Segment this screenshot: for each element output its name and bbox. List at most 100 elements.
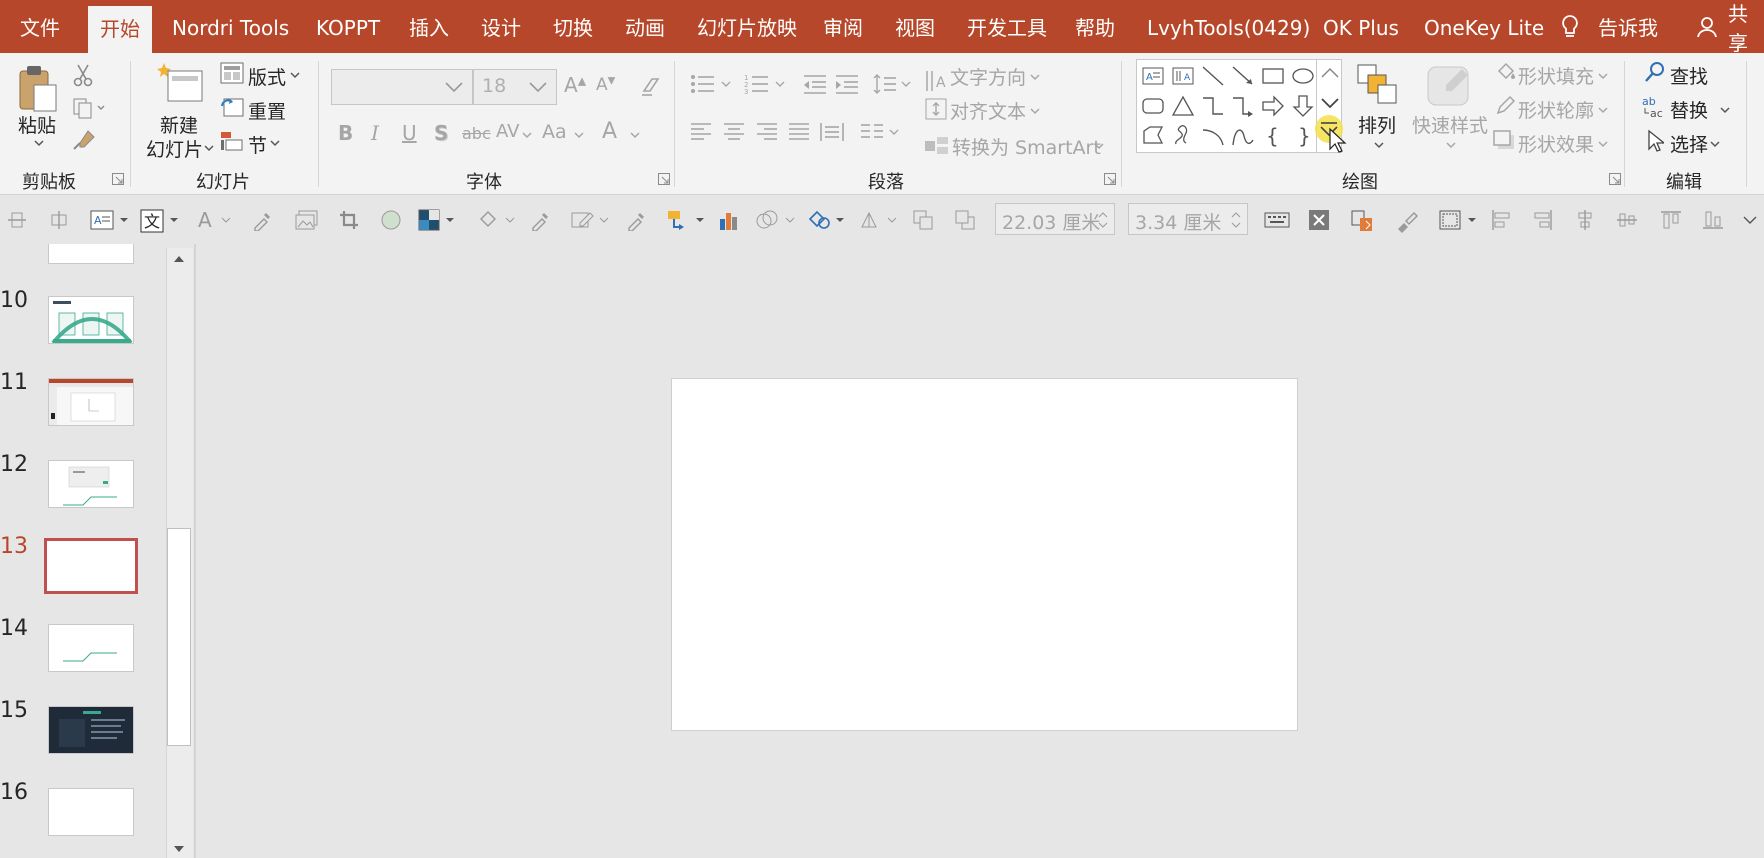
tab-help[interactable]: 帮助	[1075, 0, 1115, 53]
chevron-down-icon[interactable]	[522, 131, 532, 139]
text-direction-button[interactable]: 文字方向	[950, 63, 1026, 90]
gallery-up-icon[interactable]	[1319, 63, 1341, 83]
new-slide-label-2[interactable]: 幻灯片	[146, 135, 203, 162]
dialog-launcher-icon[interactable]	[1609, 173, 1621, 185]
scrollbar-thumb[interactable]	[167, 528, 191, 746]
tab-koppt[interactable]: KOPPT	[316, 0, 380, 53]
rounded-rectangle-icon[interactable]	[1140, 93, 1166, 119]
eyedropper-icon[interactable]	[252, 209, 274, 231]
replace-icon[interactable]: ab ac	[1642, 95, 1668, 119]
chart-icon[interactable]	[718, 209, 740, 231]
slide-thumbnail[interactable]	[48, 378, 134, 426]
chevron-down-icon[interactable]	[1598, 140, 1608, 148]
send-backward-icon[interactable]	[954, 209, 976, 231]
align-left-objects-icon[interactable]	[1490, 209, 1512, 231]
toolbar-overflow-icon[interactable]	[1742, 209, 1758, 231]
edit-shape-icon[interactable]	[806, 209, 850, 231]
chevron-down-icon[interactable]	[1094, 142, 1104, 150]
align-left-icon[interactable]	[690, 121, 712, 143]
tab-design[interactable]: 设计	[481, 0, 521, 53]
layout-button[interactable]: 版式	[248, 63, 286, 90]
scribble-icon[interactable]	[1170, 123, 1196, 149]
shape-fill-icon[interactable]	[1494, 61, 1516, 83]
rectangle-icon[interactable]	[1260, 63, 1286, 89]
find-button[interactable]: 查找	[1670, 62, 1708, 89]
shape-width-spinner[interactable]: 22.03 厘米	[995, 203, 1115, 235]
eyedropper-fill-icon[interactable]	[530, 209, 552, 231]
chevron-down-icon[interactable]	[1598, 106, 1608, 114]
font-color-button[interactable]: A	[602, 119, 617, 144]
shape-effects-icon[interactable]	[1492, 129, 1516, 151]
scroll-up-icon[interactable]	[172, 254, 186, 264]
reset-button[interactable]: 重置	[248, 97, 286, 124]
text-box-icon[interactable]: A	[1140, 63, 1166, 89]
format-copy-icon[interactable]	[1350, 209, 1376, 231]
chevron-down-icon[interactable]	[630, 131, 640, 139]
shape-fill-button[interactable]: 形状填充	[1518, 62, 1594, 89]
shrink-font-button[interactable]: A▼	[596, 75, 615, 95]
new-slide-icon[interactable]	[154, 61, 204, 103]
slide-thumbnail[interactable]	[48, 788, 134, 836]
convert-smartart-button[interactable]: 转换为 SmartArt	[952, 133, 1101, 160]
chevron-down-icon[interactable]	[1598, 72, 1608, 80]
chevron-down-icon[interactable]	[290, 71, 300, 79]
new-slide-label-1[interactable]: 新建	[160, 111, 198, 138]
brush-icon[interactable]	[1394, 209, 1420, 233]
connector-icon[interactable]	[666, 209, 710, 231]
char-spacing-button[interactable]: AV	[496, 121, 519, 142]
copy-icon[interactable]	[72, 97, 106, 119]
align-center-objects-icon[interactable]	[1574, 209, 1596, 231]
chevron-down-icon[interactable]	[204, 144, 214, 152]
align-top-icon[interactable]	[6, 209, 28, 231]
rotate-icon[interactable]	[858, 209, 902, 231]
elbow-arrow-connector-icon[interactable]	[1230, 93, 1256, 119]
slide-thumbnail-partial[interactable]	[48, 244, 134, 264]
text-box-style-icon[interactable]: A	[90, 209, 134, 231]
font-size-combo[interactable]: 18	[473, 69, 557, 105]
align-top-objects-icon[interactable]	[1660, 209, 1682, 231]
select-cursor-icon[interactable]	[1646, 129, 1664, 153]
dialog-launcher-icon[interactable]	[658, 173, 670, 185]
crop-icon[interactable]	[338, 209, 360, 231]
bold-button[interactable]: B	[338, 121, 353, 145]
chevron-down-icon[interactable]	[270, 139, 280, 147]
tab-onekey-lite[interactable]: OneKey Lite	[1424, 0, 1544, 53]
decrease-indent-icon[interactable]	[802, 73, 828, 95]
section-button[interactable]: 节	[248, 131, 267, 158]
chevron-down-icon[interactable]	[1710, 140, 1720, 148]
down-arrow-shape-icon[interactable]	[1290, 93, 1316, 119]
share-button[interactable]: 共享	[1696, 0, 1764, 55]
gallery-down-icon[interactable]	[1319, 93, 1341, 113]
tab-transitions[interactable]: 切换	[553, 0, 593, 53]
line-icon[interactable]	[1200, 63, 1226, 89]
circle-shape-icon[interactable]	[380, 209, 402, 231]
section-icon[interactable]	[220, 130, 244, 152]
align-text-icon[interactable]	[924, 97, 948, 121]
dialog-launcher-icon[interactable]	[112, 173, 124, 185]
tab-home[interactable]: 开始	[88, 6, 152, 53]
bring-forward-icon[interactable]	[912, 209, 934, 231]
right-brace-icon[interactable]: }	[1290, 123, 1316, 149]
fill-bucket-icon[interactable]	[478, 209, 522, 231]
vertical-text-box-icon[interactable]: A	[1170, 63, 1196, 89]
tab-file[interactable]: 文件	[20, 0, 60, 53]
align-right-objects-icon[interactable]	[1532, 209, 1554, 231]
select-button[interactable]: 选择	[1670, 130, 1708, 157]
bullets-icon[interactable]	[690, 73, 734, 95]
layout-icon[interactable]	[220, 62, 244, 84]
slide-thumbnail-selected[interactable]	[44, 538, 138, 594]
text-shadow-button[interactable]: S	[434, 121, 448, 145]
reset-icon[interactable]	[220, 96, 244, 118]
format-painter-icon[interactable]	[72, 129, 96, 151]
slide-canvas[interactable]	[671, 378, 1298, 731]
align-right-icon[interactable]	[756, 121, 778, 143]
picture-icon[interactable]	[294, 209, 320, 231]
right-arrow-shape-icon[interactable]	[1260, 93, 1286, 119]
oval-icon[interactable]	[1290, 63, 1316, 89]
change-case-button[interactable]: Aa	[542, 121, 567, 143]
elbow-connector-icon[interactable]	[1200, 93, 1226, 119]
justify-icon[interactable]	[788, 121, 810, 143]
theme-colors-icon[interactable]	[418, 209, 462, 231]
shapes-gallery[interactable]: A A { }	[1136, 59, 1342, 153]
curve-icon[interactable]	[1230, 123, 1256, 149]
